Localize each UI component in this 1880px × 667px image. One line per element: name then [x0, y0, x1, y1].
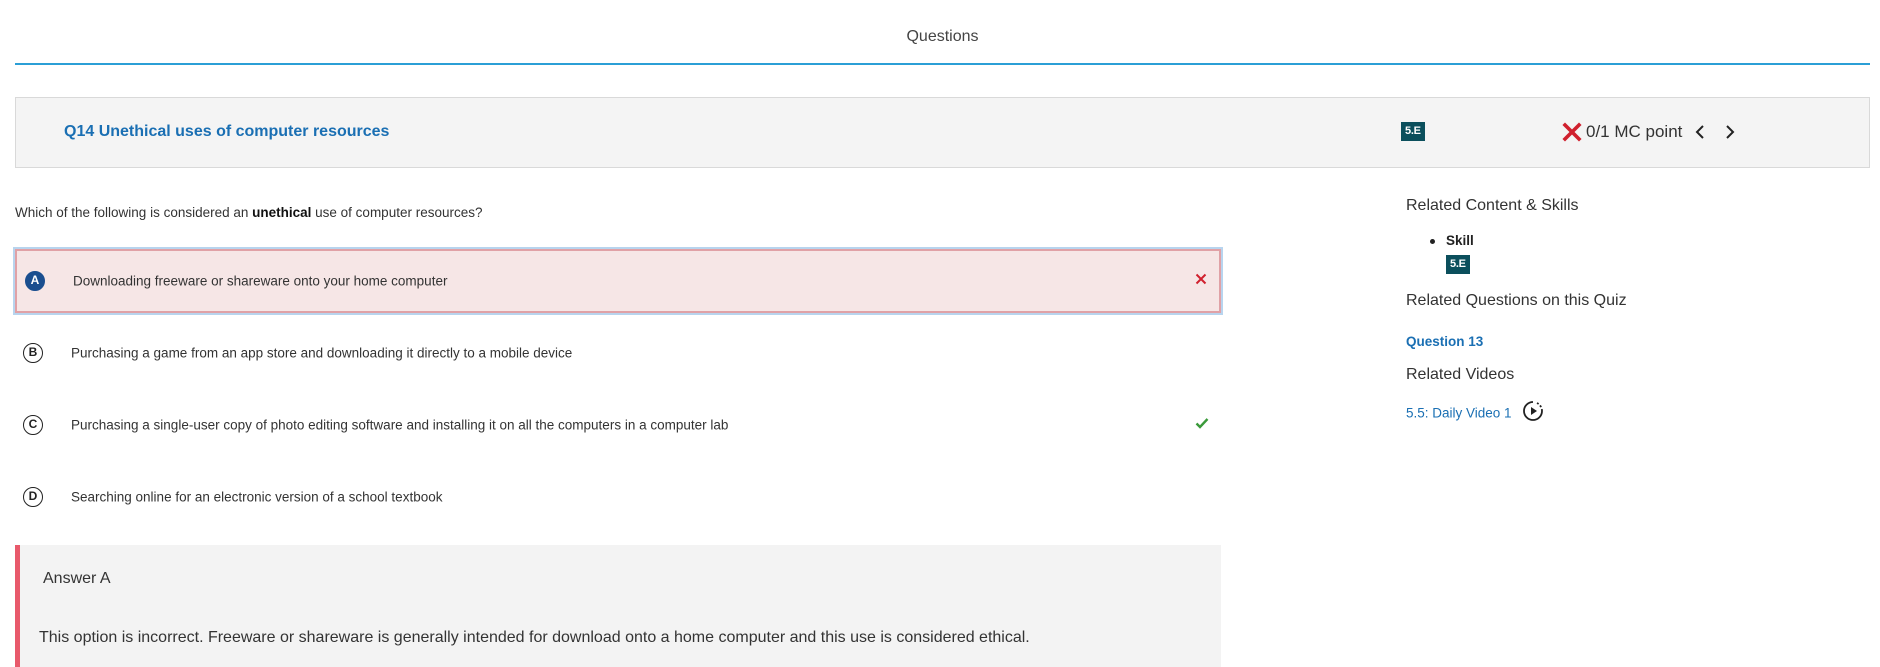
option-letter-c: C: [23, 415, 43, 435]
play-video-icon[interactable]: [1522, 400, 1544, 427]
video-link[interactable]: 5.5: Daily Video 1: [1406, 406, 1512, 421]
score-area: 0/1 MC point: [1562, 120, 1742, 144]
option-letter-d: D: [23, 487, 43, 507]
option-text-c: Purchasing a single-user copy of photo e…: [71, 417, 729, 433]
questions-tab[interactable]: Questions: [15, 0, 1870, 65]
related-videos-heading: Related Videos: [1406, 366, 1515, 383]
prompt-text-end: use of computer resources?: [311, 205, 483, 220]
related-content-heading: Related Content & Skills: [1406, 197, 1579, 214]
chevron-right-icon: [1726, 125, 1735, 139]
incorrect-x-icon: [1195, 272, 1207, 290]
previous-question-button[interactable]: [1688, 120, 1712, 144]
sidebar-skill-badge[interactable]: 5.E: [1446, 255, 1470, 274]
option-a[interactable]: A Downloading freeware or shareware onto…: [15, 249, 1221, 313]
prompt-text-start: Which of the following is considered an: [15, 205, 253, 220]
skill-badge: 5.E: [1401, 122, 1425, 141]
question-title[interactable]: Q14 Unethical uses of computer resources: [64, 123, 389, 141]
option-letter-a: A: [25, 271, 45, 291]
question-header: Q14 Unethical uses of computer resources…: [15, 97, 1870, 168]
next-question-button[interactable]: [1718, 120, 1742, 144]
question-prompt: Which of the following is considered an …: [15, 205, 483, 220]
prompt-bold-word: unethical: [252, 205, 312, 220]
option-c[interactable]: C Purchasing a single-user copy of photo…: [15, 393, 1221, 457]
skill-label: Skill: [1430, 233, 1474, 248]
option-text-a: Downloading freeware or shareware onto y…: [73, 273, 448, 289]
option-letter-b: B: [23, 343, 43, 363]
questions-tab-label: Questions: [906, 28, 979, 45]
skill-list: Skill 5.E: [1430, 233, 1474, 274]
option-text-b: Purchasing a game from an app store and …: [71, 345, 573, 361]
answer-text: This option is incorrect. Freeware or sh…: [39, 629, 1030, 646]
score-text: 0/1 MC point: [1586, 122, 1683, 141]
related-questions-heading: Related Questions on this Quiz: [1406, 292, 1627, 309]
option-b[interactable]: B Purchasing a game from an app store an…: [15, 321, 1221, 385]
video-row: 5.5: Daily Video 1: [1406, 400, 1544, 427]
incorrect-x-icon: [1562, 122, 1582, 142]
chevron-left-icon: [1695, 125, 1705, 139]
option-text-d: Searching online for an electronic versi…: [71, 489, 443, 505]
correct-check-icon: [1195, 416, 1209, 434]
answer-explanation: Answer A This option is incorrect. Freew…: [15, 545, 1221, 667]
related-question-link[interactable]: Question 13: [1406, 334, 1483, 349]
option-d[interactable]: D Searching online for an electronic ver…: [15, 465, 1221, 529]
answer-title: Answer A: [43, 570, 111, 587]
